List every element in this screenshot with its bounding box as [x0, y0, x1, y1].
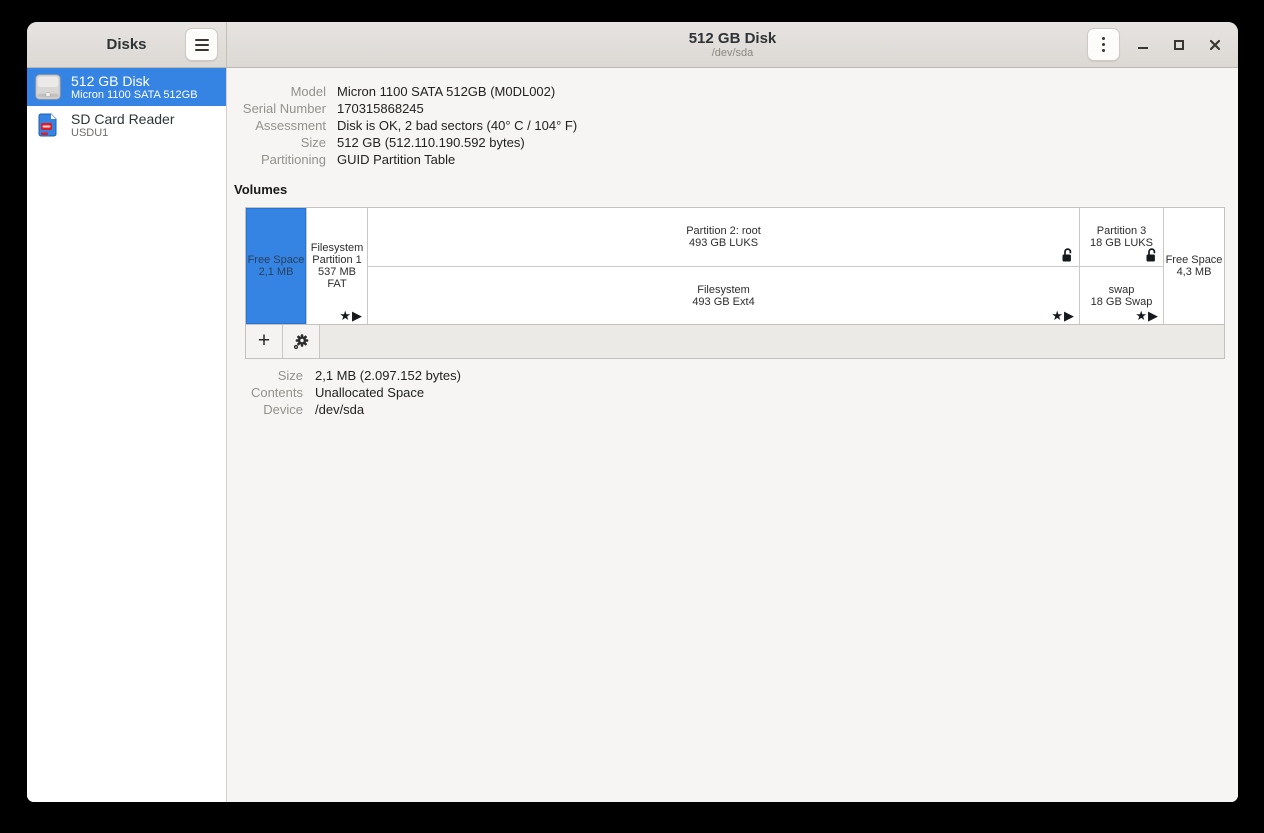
play-icon: ▶ [352, 309, 363, 324]
plus-icon: + [258, 330, 270, 351]
volumes-section-title: Volumes [234, 182, 1238, 197]
volume-options-button[interactable] [283, 325, 320, 358]
volume-size: 4,3 MB [1177, 266, 1212, 278]
sidebar-item-title: 512 GB Disk [71, 73, 198, 89]
info-value: Micron 1100 SATA 512GB (M0DL002) [337, 83, 1238, 100]
gear-icon [293, 334, 309, 350]
info-label: Assessment [234, 117, 326, 134]
sd-card-icon [32, 109, 64, 141]
info-label: Size [234, 367, 303, 384]
info-label: Partitioning [234, 151, 326, 168]
volume-label: Free Space [1166, 254, 1223, 266]
unlocked-icon [1146, 248, 1157, 262]
info-label: Size [234, 134, 326, 151]
maximize-button[interactable] [1166, 32, 1192, 58]
info-value: 2,1 MB (2.097.152 bytes) [315, 367, 1238, 384]
window-subtitle: /dev/sda [712, 47, 754, 60]
hamburger-menu-button[interactable] [185, 28, 218, 61]
volume-partition-2: Partition 2: root 493 GB LUKS Filesystem… [368, 208, 1080, 324]
sidebar-item-512gb-disk[interactable]: 512 GB Disk Micron 1100 SATA 512GB [27, 68, 226, 106]
volume-label: Partition 2: root [686, 225, 761, 237]
play-icon: ▶ [1148, 309, 1159, 324]
volume-partition-3-container[interactable]: Partition 3 18 GB LUKS [1080, 208, 1163, 267]
close-icon [1208, 38, 1222, 52]
create-partition-button[interactable]: + [246, 325, 283, 358]
window-title: 512 GB Disk [689, 30, 777, 47]
volume-size: 537 MB FAT [307, 266, 367, 290]
drive-page: Model Micron 1100 SATA 512GB (M0DL002) S… [227, 68, 1238, 802]
drive-menu-button[interactable] [1087, 28, 1120, 61]
volume-partition-3-swap[interactable]: swap 18 GB Swap ★▶ [1080, 267, 1163, 324]
info-label: Device [234, 401, 303, 418]
minimize-button[interactable] [1130, 32, 1156, 58]
minimize-icon [1136, 38, 1150, 52]
star-icon: ★ [1135, 309, 1148, 324]
volume-flags: ★▶ [1135, 311, 1159, 323]
info-value: /dev/sda [315, 401, 1238, 418]
star-icon: ★ [339, 309, 352, 324]
volume-partition-2-container[interactable]: Partition 2: root 493 GB LUKS [368, 208, 1079, 267]
volume-partition-3: Partition 3 18 GB LUKS swap 18 GB Swap ★… [1080, 208, 1164, 324]
volumes-grid: Free Space 2,1 MB Filesystem Partition 1… [245, 207, 1225, 325]
kebab-icon [1102, 37, 1105, 40]
info-label: Serial Number [234, 100, 326, 117]
volume-partition-1[interactable]: Filesystem Partition 1 537 MB FAT ★▶ [307, 208, 368, 324]
volume-label: Filesystem [697, 284, 750, 296]
volume-label: Partition 3 [1097, 225, 1147, 237]
drive-info: Model Micron 1100 SATA 512GB (M0DL002) S… [234, 83, 1238, 168]
maximize-icon [1172, 38, 1186, 52]
info-value: 170315868245 [337, 100, 1238, 117]
info-label: Model [234, 83, 326, 100]
info-label: Contents [234, 384, 303, 401]
volume-free-space-2[interactable]: Free Space 4,3 MB [1164, 208, 1224, 324]
volume-size: 2,1 MB [259, 266, 294, 278]
titlebar: Disks 512 GB Disk /dev/sda [27, 22, 1238, 68]
main-headerbar: 512 GB Disk /dev/sda [227, 22, 1238, 67]
sidebar-headerbar: Disks [27, 22, 227, 67]
play-icon: ▶ [1064, 309, 1075, 324]
selection-info: Size 2,1 MB (2.097.152 bytes) Contents U… [234, 367, 1238, 418]
unlocked-icon [1062, 248, 1073, 262]
volume-label: Free Space [248, 254, 305, 266]
window-controls [1087, 28, 1228, 61]
disks-window: Disks 512 GB Disk /dev/sda [27, 22, 1238, 802]
volume-flags: ★▶ [339, 311, 363, 323]
sidebar-item-sd-card-reader[interactable]: SD Card Reader USDU1 [27, 106, 226, 144]
volume-flags: ★▶ [1051, 311, 1075, 323]
volume-partition-2-filesystem[interactable]: Filesystem 493 GB Ext4 ★▶ [368, 267, 1079, 324]
sidebar-item-title: SD Card Reader [71, 111, 175, 127]
volume-label: Filesystem [311, 242, 364, 254]
device-sidebar: 512 GB Disk Micron 1100 SATA 512GB SD Ca… [27, 68, 227, 802]
volume-size: 18 GB LUKS [1090, 237, 1153, 249]
info-value: Unallocated Space [315, 384, 1238, 401]
volume-label: swap [1109, 284, 1135, 296]
star-icon: ★ [1051, 309, 1064, 324]
info-value: Disk is OK, 2 bad sectors (40° C / 104° … [337, 117, 1238, 134]
hamburger-icon [195, 39, 209, 41]
volume-free-space-1[interactable]: Free Space 2,1 MB [246, 208, 307, 324]
volume-size: 18 GB Swap [1091, 296, 1153, 308]
volume-label: Partition 1 [312, 254, 362, 266]
volume-size: 493 GB LUKS [689, 237, 758, 249]
volume-size: 493 GB Ext4 [692, 296, 754, 308]
volume-toolbar: + [245, 325, 1225, 359]
sidebar-item-subtitle: Micron 1100 SATA 512GB [71, 89, 198, 102]
info-value: 512 GB (512.110.190.592 bytes) [337, 134, 1238, 151]
info-value: GUID Partition Table [337, 151, 1238, 168]
sidebar-item-subtitle: USDU1 [71, 127, 175, 140]
close-button[interactable] [1202, 32, 1228, 58]
hard-disk-icon [32, 71, 64, 103]
app-title: Disks [106, 36, 146, 53]
